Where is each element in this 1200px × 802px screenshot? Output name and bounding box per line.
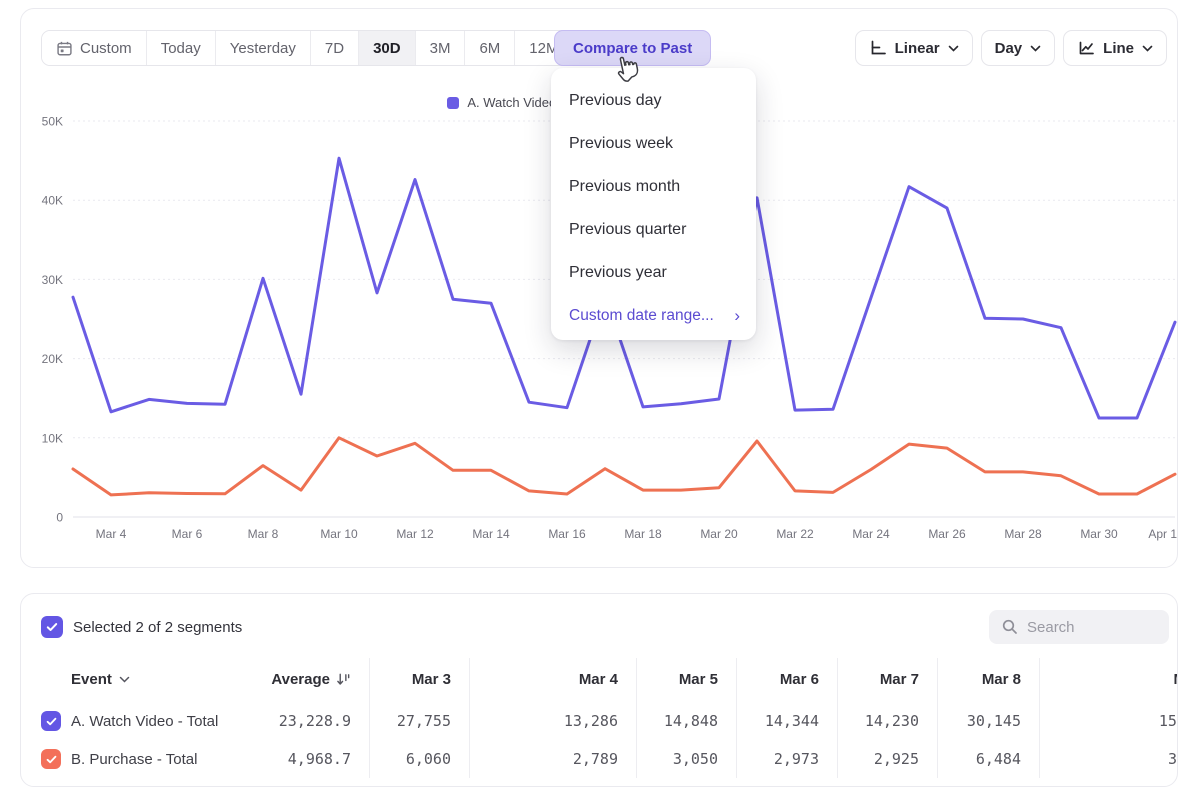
cell-value: 14,848 (626, 702, 718, 740)
cell-value: 2,925 (827, 740, 919, 778)
svg-text:Mar 16: Mar 16 (548, 527, 586, 541)
svg-text:Mar 18: Mar 18 (624, 527, 662, 541)
svg-text:Mar 8: Mar 8 (248, 527, 279, 541)
chart-toolbar: Custom Today Yesterday 7D 30D 3M 6M 12M … (21, 30, 1177, 66)
date-column-header: Mar 5 (626, 662, 718, 696)
svg-text:Apr 1: Apr 1 (1148, 527, 1177, 541)
svg-text:Mar 12: Mar 12 (396, 527, 434, 541)
cell-value: 14,230 (827, 702, 919, 740)
legend-swatch (447, 97, 459, 109)
date-column-header: Mar 8 (929, 662, 1021, 696)
date-column-header: Mar 7 (827, 662, 919, 696)
segments-panel: Selected 2 of 2 segments Event Average M… (20, 593, 1178, 787)
chevron-right-icon: › (734, 307, 740, 324)
svg-text:Mar 10: Mar 10 (320, 527, 358, 541)
interval-dropdown[interactable]: Day (981, 30, 1056, 66)
cell-value: 27,755 (359, 702, 451, 740)
sort-descending-icon (336, 672, 351, 687)
svg-text:50K: 50K (42, 115, 63, 129)
cell-value: 6,484 (929, 740, 1021, 778)
select-all-checkbox[interactable] (41, 616, 63, 638)
svg-text:10K: 10K (42, 431, 63, 445)
menu-item-previous-quarter[interactable]: Previous quarter (551, 208, 756, 251)
calendar-icon (56, 40, 73, 57)
menu-item-custom-date-range[interactable]: Custom date range... › (551, 294, 756, 337)
date-preset-7d[interactable]: 7D (311, 31, 359, 65)
cell-value: 13,286 (526, 702, 618, 740)
chevron-down-icon (1030, 45, 1041, 52)
cell-value: 6,060 (359, 740, 451, 778)
row-checkbox[interactable] (41, 711, 61, 731)
date-column-header: Mar 3 (359, 662, 451, 696)
average-value: 23,228.9 (231, 702, 351, 740)
table-row[interactable]: B. Purchase - Total 4,968.7 6,060 2,789 … (21, 740, 1178, 778)
chevron-down-icon (119, 676, 130, 683)
svg-text:Mar 6: Mar 6 (172, 527, 203, 541)
linear-scale-icon (869, 39, 887, 57)
check-icon (45, 715, 58, 728)
svg-text:Mar 24: Mar 24 (852, 527, 890, 541)
svg-text:30K: 30K (42, 273, 63, 287)
svg-text:40K: 40K (42, 194, 63, 208)
event-column-header[interactable]: Event (71, 662, 130, 696)
average-column-header[interactable]: Average (231, 662, 351, 696)
date-preset-yesterday[interactable]: Yesterday (216, 31, 311, 65)
date-column-header: Mar 4 (526, 662, 618, 696)
compare-to-past-button[interactable]: Compare to Past (554, 30, 711, 66)
menu-item-previous-year[interactable]: Previous year (551, 251, 756, 294)
date-column-header-clipped: M (1041, 662, 1178, 696)
row-checkbox[interactable] (41, 749, 61, 769)
svg-text:Mar 14: Mar 14 (472, 527, 510, 541)
cell-value: 3,050 (626, 740, 718, 778)
svg-text:Mar 4: Mar 4 (96, 527, 127, 541)
chevron-down-icon (1142, 45, 1153, 52)
event-name: A. Watch Video - Total (71, 702, 218, 740)
check-icon (45, 620, 59, 634)
chart-type-dropdown[interactable]: Line (1063, 30, 1167, 66)
svg-text:Mar 30: Mar 30 (1080, 527, 1118, 541)
cell-value: 2,789 (526, 740, 618, 778)
date-preset-today[interactable]: Today (147, 31, 216, 65)
chevron-down-icon (948, 45, 959, 52)
search-icon (1001, 618, 1019, 636)
menu-item-previous-week[interactable]: Previous week (551, 122, 756, 165)
svg-text:Mar 28: Mar 28 (1004, 527, 1042, 541)
svg-text:Mar 22: Mar 22 (776, 527, 814, 541)
date-column-header: Mar 6 (727, 662, 819, 696)
date-preset-custom[interactable]: Custom (42, 31, 147, 65)
date-preset-6m[interactable]: 6M (465, 31, 515, 65)
chart-display-controls: Linear Day Line (855, 30, 1167, 66)
cell-value: 2,973 (727, 740, 819, 778)
date-preset-30d[interactable]: 30D (359, 31, 416, 65)
date-preset-3m[interactable]: 3M (416, 31, 466, 65)
compare-to-past-menu: Previous day Previous week Previous mont… (551, 68, 756, 340)
scale-dropdown[interactable]: Linear (855, 30, 973, 66)
search-input[interactable] (1027, 619, 1147, 636)
average-value: 4,968.7 (231, 740, 351, 778)
event-name: B. Purchase - Total (71, 740, 197, 778)
cell-value: 14,344 (727, 702, 819, 740)
selected-segments-text: Selected 2 of 2 segments (73, 619, 242, 636)
segments-header: Selected 2 of 2 segments (21, 616, 1177, 642)
date-range-control: Custom Today Yesterday 7D 30D 3M 6M 12M (41, 30, 573, 66)
table-header-row: Event Average Mar 3 Mar 4 Mar 5 Mar 6 Ma… (21, 662, 1178, 696)
cell-value: 30,145 (929, 702, 1021, 740)
segment-search[interactable] (989, 610, 1169, 644)
svg-text:20K: 20K (42, 352, 63, 366)
check-icon (45, 753, 58, 766)
cell-value-clipped: 15, (1041, 702, 1178, 740)
cell-value-clipped: 3, (1041, 740, 1178, 778)
line-chart-icon (1077, 39, 1095, 57)
svg-text:0: 0 (56, 511, 63, 525)
chart-panel: Custom Today Yesterday 7D 30D 3M 6M 12M … (20, 8, 1178, 568)
menu-item-previous-month[interactable]: Previous month (551, 165, 756, 208)
svg-text:Mar 26: Mar 26 (928, 527, 966, 541)
svg-text:Mar 20: Mar 20 (700, 527, 738, 541)
menu-item-previous-day[interactable]: Previous day (551, 79, 756, 122)
table-row[interactable]: A. Watch Video - Total 23,228.9 27,755 1… (21, 702, 1178, 740)
date-preset-label: Custom (80, 40, 132, 57)
